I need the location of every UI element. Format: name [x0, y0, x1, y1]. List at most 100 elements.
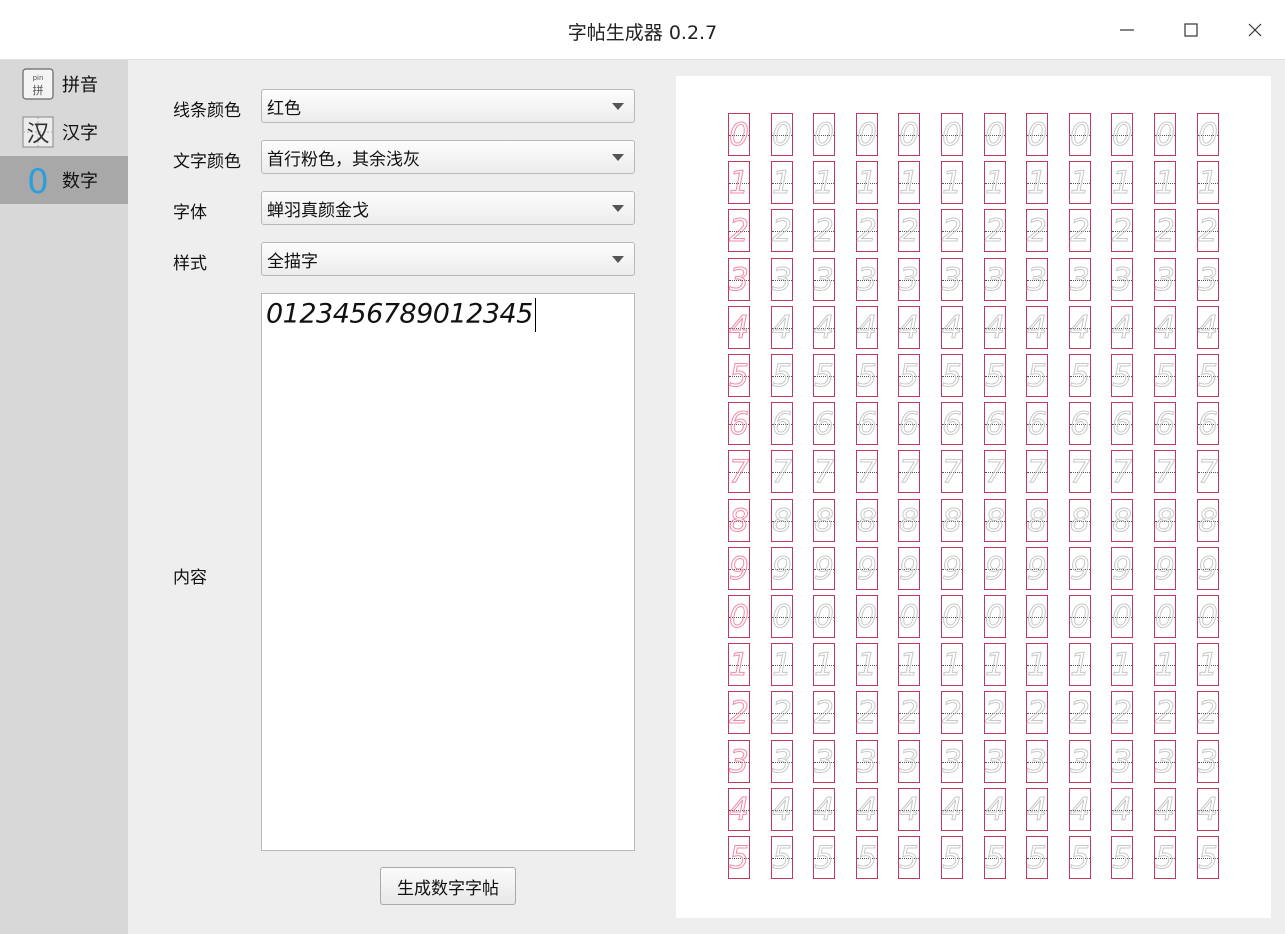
- cell-digit: 5: [857, 358, 878, 395]
- practice-cell: 4: [898, 306, 920, 349]
- practice-cell: 7: [1154, 450, 1176, 493]
- content-label: 内容: [173, 568, 207, 588]
- cell-digit: 7: [1112, 454, 1133, 491]
- cell-digit: 5: [1112, 358, 1133, 395]
- practice-cell: 9: [813, 547, 835, 590]
- practice-cell: 0: [813, 595, 835, 638]
- practice-cell: 1: [728, 161, 750, 204]
- practice-cell: 0: [771, 595, 793, 638]
- cell-digit: 7: [1070, 454, 1091, 491]
- cell-digit: 7: [772, 454, 793, 491]
- practice-cell: 6: [898, 402, 920, 445]
- cell-digit: 0: [857, 599, 878, 636]
- practice-cell: 5: [856, 836, 878, 879]
- cell-digit: 4: [772, 792, 793, 829]
- practice-cell: 6: [813, 402, 835, 445]
- practice-cell: 4: [984, 788, 1006, 831]
- cell-digit: 5: [1155, 358, 1176, 395]
- chevron-down-icon: [612, 154, 624, 161]
- cell-digit: 5: [1198, 358, 1219, 395]
- practice-cell: 1: [1111, 161, 1133, 204]
- practice-cell: 2: [1026, 209, 1048, 252]
- practice-cell: 2: [1197, 209, 1219, 252]
- cell-digit: 4: [942, 310, 963, 347]
- cell-digit: 3: [942, 744, 963, 781]
- cell-digit: 8: [985, 503, 1006, 540]
- practice-cell: 4: [1026, 306, 1048, 349]
- minimize-button[interactable]: [1111, 14, 1143, 46]
- cell-digit: 0: [1027, 599, 1048, 636]
- sidebar-item-hanzi[interactable]: 汉 汉字: [0, 108, 128, 156]
- practice-cell: 5: [1154, 354, 1176, 397]
- cell-digit: 2: [1198, 695, 1219, 732]
- cell-digit: 5: [1027, 358, 1048, 395]
- generate-button[interactable]: 生成数字字帖: [380, 867, 516, 905]
- cell-digit: 1: [729, 647, 750, 684]
- practice-cell: 4: [1111, 788, 1133, 831]
- cell-digit: 1: [1070, 647, 1091, 684]
- cell-digit: 7: [1027, 454, 1048, 491]
- practice-cell: 1: [1026, 643, 1048, 686]
- practice-cell: 8: [856, 499, 878, 542]
- cell-digit: 2: [1198, 213, 1219, 250]
- cell-digit: 4: [942, 792, 963, 829]
- practice-cell: 7: [813, 450, 835, 493]
- cell-digit: 0: [729, 599, 750, 636]
- cell-digit: 4: [1027, 792, 1048, 829]
- cell-digit: 1: [1112, 165, 1133, 202]
- cell-digit: 4: [899, 792, 920, 829]
- practice-cell: 4: [1197, 788, 1219, 831]
- close-button[interactable]: [1239, 14, 1271, 46]
- practice-cell: 1: [771, 161, 793, 204]
- sidebar-item-digit[interactable]: 0 数字: [0, 156, 128, 204]
- practice-cell: 2: [813, 691, 835, 734]
- practice-cell: 9: [1197, 547, 1219, 590]
- style-select[interactable]: 全描字: [261, 242, 635, 276]
- practice-cell: 2: [898, 209, 920, 252]
- content-textarea[interactable]: 0123456789012345: [261, 293, 635, 851]
- practice-cell: 1: [1197, 161, 1219, 204]
- cell-digit: 8: [899, 503, 920, 540]
- practice-cell: 0: [1197, 595, 1219, 638]
- practice-cell: 0: [1069, 595, 1091, 638]
- practice-cell: 9: [771, 547, 793, 590]
- practice-cell: 4: [728, 788, 750, 831]
- practice-cell: 3: [856, 258, 878, 301]
- cell-digit: 6: [1155, 406, 1176, 443]
- practice-cell: 5: [728, 836, 750, 879]
- window-title: 字帖生成器 0.2.7: [567, 22, 718, 44]
- practice-cell: 2: [856, 209, 878, 252]
- cell-digit: 6: [1070, 406, 1091, 443]
- font-select[interactable]: 蝉羽真颜金戈: [261, 191, 635, 225]
- text-color-select[interactable]: 首行粉色，其余浅灰: [261, 140, 635, 174]
- sidebar-item-pinyin[interactable]: pin 拼 拼音: [0, 60, 128, 108]
- practice-cell: 3: [1069, 258, 1091, 301]
- practice-cell: 7: [1111, 450, 1133, 493]
- cell-digit: 7: [942, 454, 963, 491]
- practice-cell: 1: [1069, 643, 1091, 686]
- pinyin-icon-bottom-text: 拼: [33, 83, 44, 97]
- cell-digit: 1: [1198, 165, 1219, 202]
- practice-cell: 1: [813, 643, 835, 686]
- practice-cell: 6: [941, 402, 963, 445]
- practice-cell: 4: [1154, 788, 1176, 831]
- practice-cell: 1: [1197, 643, 1219, 686]
- cell-digit: 0: [772, 117, 793, 154]
- cell-digit: 4: [729, 310, 750, 347]
- practice-cell: 4: [813, 788, 835, 831]
- line-color-select[interactable]: 红色: [261, 89, 635, 123]
- practice-cell: 8: [898, 499, 920, 542]
- practice-cell: 8: [1154, 499, 1176, 542]
- cell-digit: 0: [1112, 117, 1133, 154]
- practice-cell: 0: [771, 113, 793, 156]
- cell-digit: 1: [772, 647, 793, 684]
- practice-cell: 1: [856, 161, 878, 204]
- practice-cell: 6: [984, 402, 1006, 445]
- practice-cell: 0: [1154, 113, 1176, 156]
- practice-cell: 4: [898, 788, 920, 831]
- practice-cell: 8: [984, 499, 1006, 542]
- practice-cell: 5: [941, 836, 963, 879]
- practice-cell: 3: [1026, 258, 1048, 301]
- cell-digit: 3: [899, 744, 920, 781]
- maximize-button[interactable]: [1175, 14, 1207, 46]
